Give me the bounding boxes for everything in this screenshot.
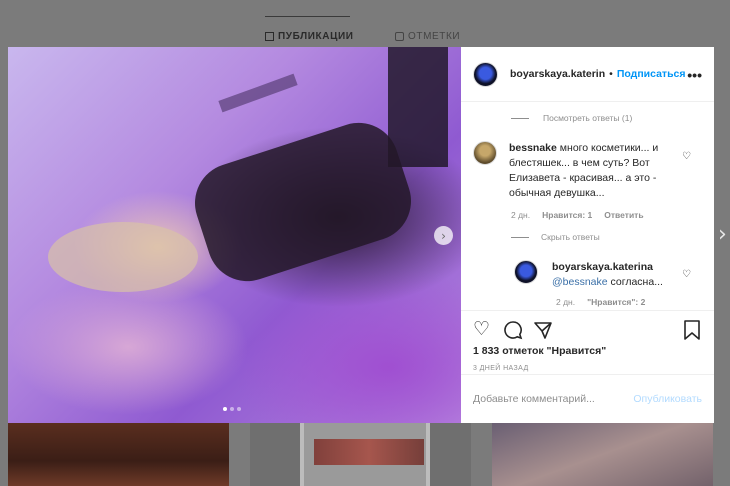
reply-likes[interactable]: "Нравится": 2 (587, 297, 645, 307)
comment-input[interactable] (473, 393, 623, 405)
profile-grid-thumbnail[interactable] (8, 423, 229, 486)
profile-tabs-bar: ПУБЛИКАЦИИ ОТМЕТКИ (0, 0, 730, 47)
reply-text: согласна... (610, 276, 663, 288)
avatar[interactable] (514, 260, 538, 284)
add-comment-bar: Опубликовать (461, 374, 714, 423)
grid-icon (265, 32, 274, 41)
mention-link[interactable]: @bessnake (552, 276, 608, 288)
tab-tagged[interactable]: ОТМЕТКИ (395, 31, 460, 42)
view-replies-label: Посмотреть ответы (1) (543, 113, 633, 123)
post-side-panel: boyarskaya.katerin • Подписаться ••• Пос… (461, 47, 714, 423)
heart-icon[interactable]: ♡ (682, 270, 692, 280)
active-tab-indicator (265, 16, 350, 17)
separator-dot: • (609, 68, 613, 80)
comments-list[interactable]: Посмотреть ответы (1) bessnake много кос… (461, 103, 714, 310)
reply-button[interactable]: Ответить (604, 210, 643, 220)
bookmark-icon[interactable] (683, 320, 701, 340)
tab-posts-label: ПУБЛИКАЦИИ (278, 31, 354, 42)
post-comment-button[interactable]: Опубликовать (633, 393, 702, 405)
divider (511, 117, 529, 119)
avatar[interactable] (473, 61, 498, 87)
comment-meta: 2 дн. Нравится: 1 Ответить (511, 210, 644, 220)
likes-count[interactable]: 1 833 отметок "Нравится" (473, 345, 606, 357)
post-username[interactable]: boyarskaya.katerin (510, 68, 605, 80)
post-header: boyarskaya.katerin • Подписаться ••• (461, 47, 714, 102)
reply-meta: 2 дн. "Нравится": 2 (556, 297, 645, 307)
profile-grid-thumbnail[interactable] (250, 423, 471, 486)
next-post-chevron-icon[interactable]: › (718, 222, 727, 247)
hide-replies-button[interactable]: Скрыть ответы (511, 232, 600, 242)
comment-icon[interactable] (503, 320, 523, 340)
carousel-dot (223, 407, 227, 411)
carousel-dot (237, 407, 241, 411)
comment-author[interactable]: bessnake (509, 142, 557, 154)
comment: bessnake много косметики... и блестяшек.… (473, 141, 703, 201)
post-photo: › (8, 47, 461, 423)
carousel-dot (230, 407, 234, 411)
divider (511, 236, 529, 238)
reply-comment: boyarskaya.katerina @bessnake согласна..… (514, 260, 704, 290)
more-icon[interactable]: ••• (687, 67, 702, 83)
carousel-next-button[interactable]: › (434, 226, 453, 245)
post-modal: › boyarskaya.katerin • Подписаться ••• П… (8, 47, 714, 423)
avatar[interactable] (473, 141, 497, 165)
view-replies-button[interactable]: Посмотреть ответы (1) (511, 113, 632, 123)
reply-time: 2 дн. (556, 297, 576, 307)
heart-icon[interactable]: ♡ (682, 152, 692, 162)
reply-author[interactable]: boyarskaya.katerina (552, 261, 653, 273)
hide-replies-label: Скрыть ответы (541, 232, 600, 242)
comment-time: 2 дн. (511, 210, 531, 220)
tab-tagged-label: ОТМЕТКИ (408, 31, 461, 42)
profile-grid-thumbnail[interactable] (492, 423, 713, 486)
tag-icon (395, 32, 404, 41)
chevron-right-icon: › (441, 228, 446, 243)
carousel-dots (223, 407, 241, 411)
comment-likes[interactable]: Нравится: 1 (542, 210, 592, 220)
heart-icon[interactable]: ♡ (473, 319, 490, 339)
post-time: 3 ДНЕЙ НАЗАД (473, 365, 529, 372)
share-icon[interactable] (533, 320, 553, 340)
follow-button[interactable]: Подписаться (617, 68, 686, 80)
tab-posts[interactable]: ПУБЛИКАЦИИ (265, 31, 354, 42)
